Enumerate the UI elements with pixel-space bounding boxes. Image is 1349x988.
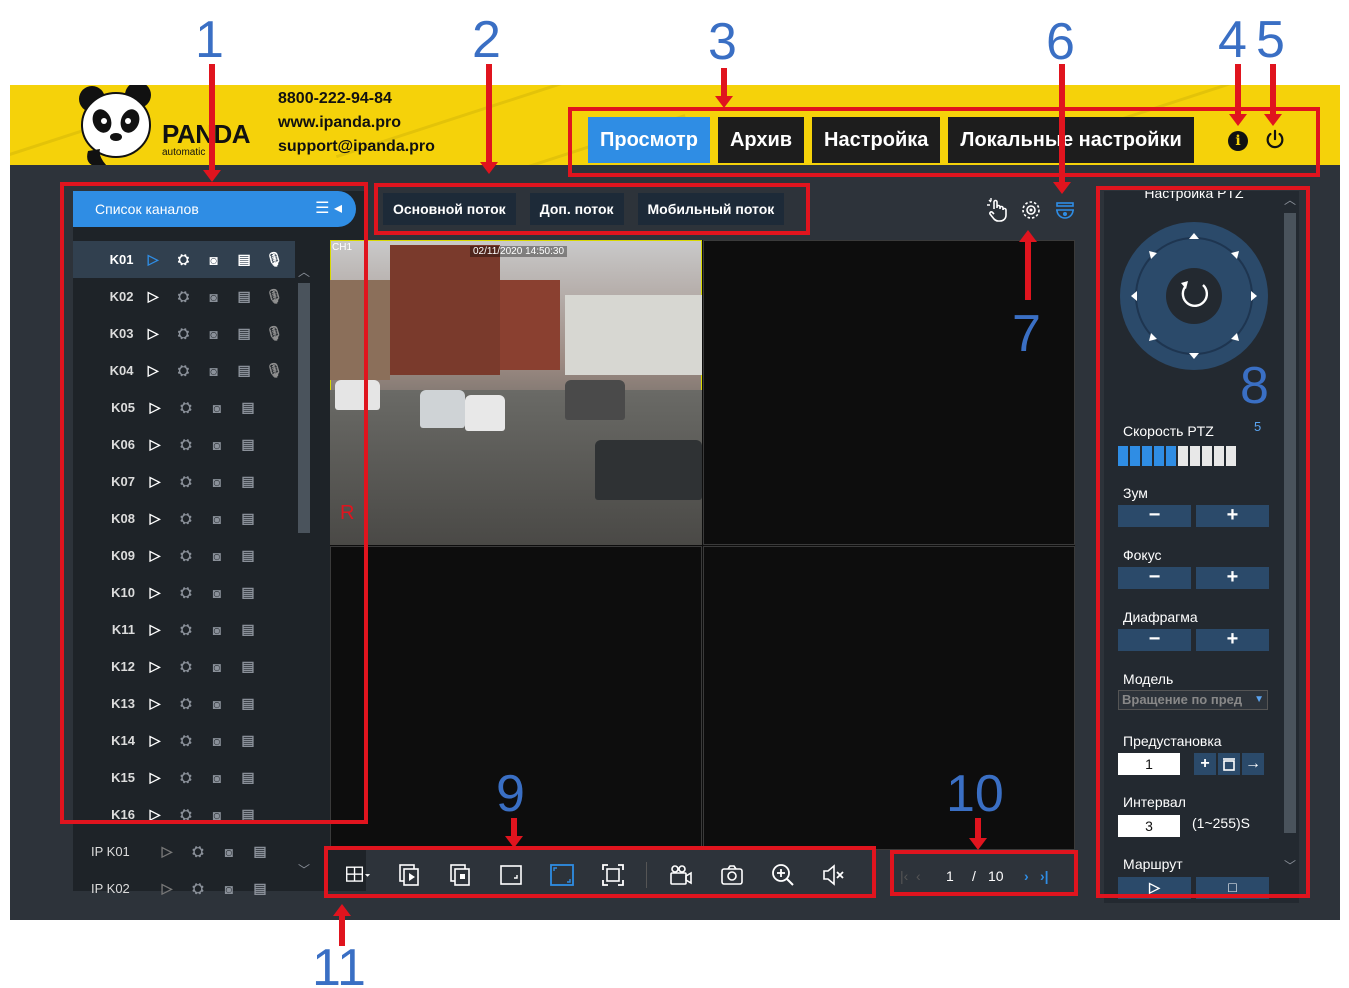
annotation-box-9 [324,846,876,898]
panda-logo [79,85,151,165]
annotation-number: 1 [195,11,224,69]
image-settings-icon[interactable] [1019,197,1043,223]
play-icon[interactable]: ▷ [157,843,177,860]
scene-car [420,390,465,428]
channel-name: IP K02 [91,881,130,896]
annotation-number: 4 [1218,11,1247,69]
contacts-block: 8800-222-94-84 www.ipanda.pro support@ip… [278,87,435,159]
annotation-number: 7 [1012,305,1041,363]
channel-name: IP K01 [91,844,130,859]
annotation-arrow-6 [1053,64,1071,194]
channel-row[interactable]: IP K02 ▷ ⛭ ◙ ▤ [73,870,295,907]
annotation-arrow-2 [480,64,498,174]
annotation-arrow-4 [1229,64,1247,126]
annotation-arrow-1 [203,64,221,182]
brand-subtitle: automatic [162,147,206,158]
playback-icon[interactable]: ▤ [250,843,270,860]
record-icon[interactable]: ⛭ [188,880,208,897]
scene-building [390,245,500,375]
playback-icon[interactable]: ▤ [250,880,270,897]
annotation-number: 6 [1046,13,1075,71]
video-grid: CH1 02/11/2020 14:50:30 R [330,240,1075,850]
video-cell-1[interactable]: CH1 02/11/2020 14:50:30 [330,240,702,545]
annotation-arrow-5 [1264,64,1282,126]
annotation-arrow-3 [715,68,733,108]
website-link[interactable]: www.ipanda.pro [278,111,435,135]
brand-name: PANDA [162,119,251,149]
annotation-number: 3 [708,13,737,71]
camera-icon[interactable]: ◙ [219,844,239,860]
annotation-box-8 [1096,186,1310,898]
hand-pointer-icon[interactable] [985,197,1009,223]
view-mode-icons [985,197,1077,223]
annotation-box-1 [60,182,368,824]
annotation-box-10 [890,850,1078,896]
ptz-dome-icon[interactable] [1053,197,1077,223]
support-email[interactable]: support@ipanda.pro [278,135,435,159]
annotation-number: 2 [472,11,501,69]
annotation-number: 5 [1256,11,1285,69]
annotation-number: 11 [312,939,366,988]
video-cell-2[interactable] [703,240,1075,545]
annotation-number: 9 [496,765,525,823]
record-icon[interactable]: ⛭ [188,843,208,860]
annotation-number: 10 [946,765,1004,823]
scene-car [595,440,702,500]
play-icon[interactable]: ▷ [157,880,177,897]
annotation-arrow-7 [1019,230,1037,300]
annotation-number: 8 [1240,357,1269,415]
scene-car [465,395,505,431]
scene-building [500,280,560,370]
annotation-box-2 [374,183,810,235]
channel-row[interactable]: IP K01 ▷ ⛭ ◙ ▤ [73,833,295,870]
phone-number: 8800-222-94-84 [278,90,392,107]
chevron-down-icon[interactable]: ﹀ [298,861,310,878]
video-cell-4[interactable] [703,546,1075,850]
camera-icon[interactable]: ◙ [219,881,239,897]
scene-building [565,295,702,375]
screenshot-root: 1 2 3 4 5 6 PANDA automatic 8800-222-94-… [0,0,1349,988]
annotation-box-3 [568,107,1320,177]
scene-car [565,380,625,420]
timestamp-osd: 02/11/2020 14:50:30 [470,246,568,257]
